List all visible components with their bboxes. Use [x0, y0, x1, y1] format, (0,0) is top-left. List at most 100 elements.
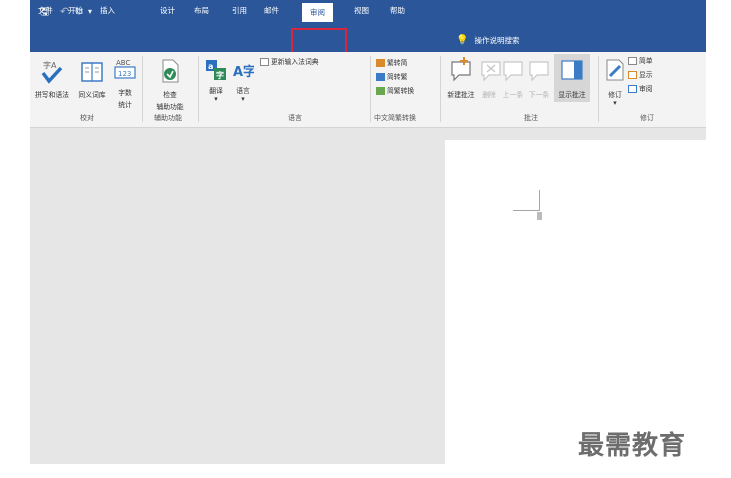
simple-markup-dropdown[interactable]: 简单 [628, 56, 653, 66]
new-comment-button[interactable]: 新建批注 [444, 56, 478, 99]
word-count-icon: ABC 123 [114, 59, 136, 79]
document-page[interactable] [445, 140, 706, 464]
show-markup-label: 显示 [639, 71, 653, 79]
language-button[interactable]: A字 语言 ▾ [230, 58, 256, 103]
translate-label: 翻译 [209, 87, 223, 95]
next-comment-icon [529, 61, 549, 82]
update-ime-dictionary-label: 更新输入法词典 [271, 58, 319, 66]
spelling-icon-text: 字A [43, 60, 57, 70]
thesaurus-label: 同义词库 [78, 91, 106, 99]
tell-me-search[interactable]: 💡 操作说明搜索 [456, 30, 519, 52]
track-changes-icon [606, 59, 624, 81]
traditional-to-simplified-button[interactable]: 繁转简 [376, 58, 407, 68]
chinese-conversion-icon [376, 87, 385, 95]
translate-icon: a 字 [206, 60, 226, 80]
track-changes-label: 修订 [608, 91, 622, 99]
show-markup-icon [628, 71, 637, 79]
delete-comment-label: 删除 [482, 91, 496, 99]
chinese-conversion-button[interactable]: 简繁转换 [376, 86, 414, 96]
word-count-label-2: 统计 [118, 101, 132, 109]
show-markup-button[interactable]: 显示 [628, 70, 653, 80]
translate-button[interactable]: a 字 翻译 ▾ [204, 58, 228, 103]
tab-view[interactable]: 视图 [354, 0, 369, 22]
group-separator [598, 56, 599, 122]
simplified-to-traditional-button[interactable]: 简转繁 [376, 72, 407, 82]
tab-review[interactable]: 审阅 [302, 3, 333, 22]
track-changes-dropdown-icon[interactable]: ▾ [604, 99, 626, 107]
language-dropdown-icon[interactable]: ▾ [230, 95, 256, 103]
group-separator [440, 56, 441, 122]
word-count-button[interactable]: ABC 123 字数 统计 [112, 56, 138, 109]
reviewing-pane-button[interactable]: 审阅 [628, 84, 653, 94]
check-accessibility-label-1: 检查 [163, 91, 177, 99]
comments-group-label: 批注 [524, 114, 538, 122]
language-icon-text: A字 [233, 64, 254, 80]
tab-mailings[interactable]: 邮件 [264, 0, 279, 22]
spelling-grammar-label: 拼写和语法 [35, 91, 69, 99]
text-cursor [537, 212, 542, 220]
active-tab-highlight-box [291, 28, 347, 54]
markup-icon [628, 57, 637, 65]
ribbon-tabs [30, 30, 706, 52]
traditional-to-simplified-icon [376, 59, 385, 67]
tab-home[interactable]: 开始 [68, 0, 83, 22]
simplified-to-traditional-icon [376, 73, 385, 81]
language-label: 语言 [236, 87, 250, 95]
previous-comment-label: 上一条 [502, 91, 524, 99]
spelling-check-icon: 字A [41, 60, 63, 84]
tell-me-label: 操作说明搜索 [474, 36, 520, 45]
show-comments-icon [561, 60, 583, 80]
tab-help[interactable]: 帮助 [390, 0, 405, 22]
tracking-group-label: 修订 [640, 114, 654, 122]
group-separator [370, 56, 371, 122]
ime-dictionary-icon [260, 58, 269, 66]
tab-references[interactable]: 引用 [232, 0, 247, 22]
tab-file[interactable]: 文件 [38, 0, 53, 22]
margin-corner-mark [513, 210, 539, 211]
chinese-conversion-group-label: 中文简繁转换 [374, 114, 416, 122]
previous-comment-button[interactable]: 上一条 [502, 56, 524, 99]
new-comment-icon [451, 57, 471, 82]
update-ime-dictionary-button[interactable]: 更新输入法词典 [260, 57, 319, 67]
proofing-group-label: 校对 [80, 114, 94, 122]
check-accessibility-button[interactable]: 检查 辅助功能 [148, 58, 192, 111]
delete-comment-button[interactable]: 删除 [480, 56, 501, 99]
delete-comment-icon [481, 61, 501, 82]
language-group-label: 语言 [288, 114, 302, 122]
word-count-icon-abc: ABC [116, 59, 130, 67]
svg-text:字: 字 [216, 70, 224, 80]
customize-quick-access-icon[interactable]: ▾ [88, 6, 92, 18]
tab-design[interactable]: 设计 [160, 0, 175, 22]
check-accessibility-label-2: 辅助功能 [156, 103, 184, 111]
word-count-icon-digits: 123 [118, 70, 131, 78]
simple-markup-label: 简单 [639, 57, 653, 65]
simplified-to-traditional-label: 简转繁 [387, 73, 408, 81]
tab-layout[interactable]: 布局 [194, 0, 209, 22]
reviewing-pane-icon [628, 85, 637, 93]
spelling-grammar-button[interactable]: 字A 拼写和语法 [32, 58, 72, 99]
next-comment-button[interactable]: 下一条 [528, 56, 550, 99]
language-icon: A字 [233, 64, 254, 80]
svg-text:a: a [208, 62, 213, 71]
new-comment-label: 新建批注 [447, 91, 475, 99]
traditional-to-simplified-label: 繁转简 [387, 59, 408, 67]
thesaurus-button[interactable]: 同义词库 [75, 58, 109, 99]
ribbon-review: 字A 拼写和语法 同义词库 ABC 123 字数 统计 校对 检查 辅助功能 辅… [30, 52, 706, 128]
lightbulb-icon: 💡 [456, 35, 469, 46]
thesaurus-book-icon [81, 62, 103, 82]
margin-corner-mark-vertical [539, 190, 540, 211]
show-comments-button[interactable]: 显示批注 [554, 54, 590, 102]
show-comments-label: 显示批注 [558, 91, 586, 99]
group-separator [142, 56, 143, 122]
check-accessibility-icon [162, 59, 179, 83]
word-count-label-1: 字数 [118, 89, 132, 97]
track-changes-button[interactable]: 修订 ▾ [604, 56, 626, 107]
tab-insert[interactable]: 插入 [100, 0, 115, 22]
previous-comment-icon [503, 61, 523, 82]
accessibility-group-label: 辅助功能 [154, 114, 182, 122]
reviewing-pane-label: 审阅 [639, 85, 653, 93]
chinese-conversion-label: 简繁转换 [387, 87, 415, 95]
translate-dropdown-icon[interactable]: ▾ [204, 95, 228, 103]
group-separator [198, 56, 199, 122]
next-comment-label: 下一条 [528, 91, 550, 99]
